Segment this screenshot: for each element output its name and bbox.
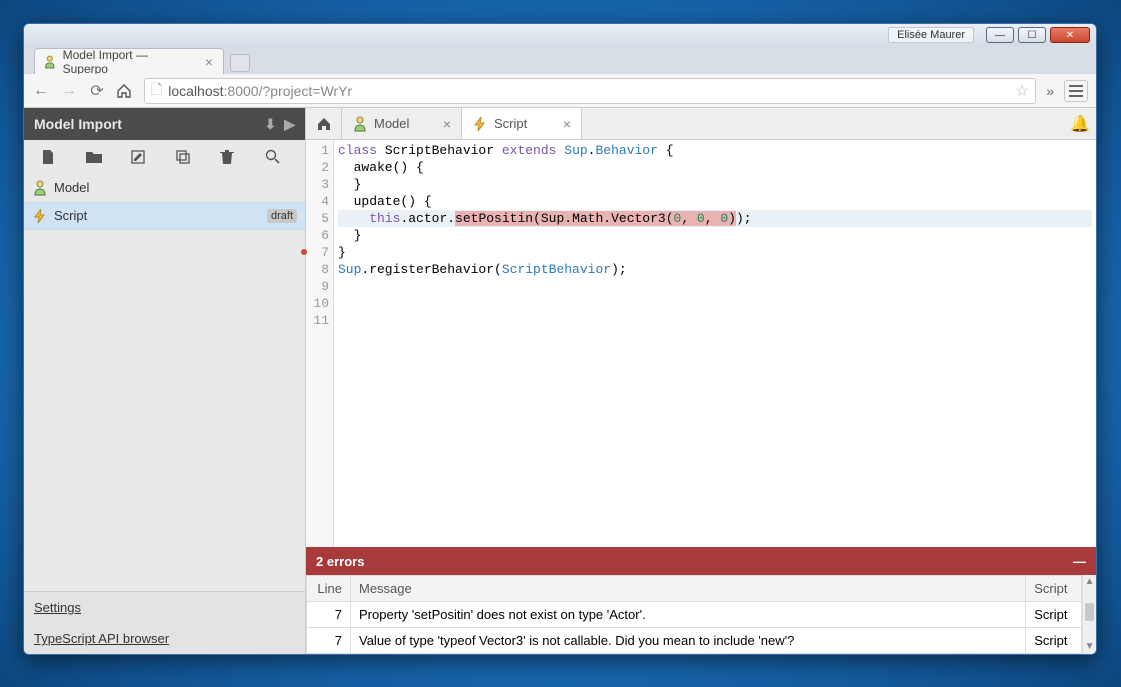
error-line: 7 xyxy=(307,602,351,628)
duplicate-icon[interactable] xyxy=(175,149,199,165)
editor-tab-label: Script xyxy=(494,116,527,131)
error-row[interactable]: 7Property 'setPositin' does not exist on… xyxy=(307,602,1082,628)
sidebar-toolbar xyxy=(24,140,305,174)
errors-count: 2 errors xyxy=(316,554,364,569)
error-message: Value of type 'typeof Vector3' is not ca… xyxy=(351,628,1026,654)
browser-window: Elisée Maurer — ☐ ✕ Model Import — Super… xyxy=(23,23,1097,655)
editor-tab-close-icon[interactable]: × xyxy=(443,116,451,132)
browser-tab[interactable]: Model Import — Superpo × xyxy=(34,48,224,74)
notifications-icon[interactable]: 🔔 xyxy=(1064,108,1096,139)
project-title: Model Import xyxy=(34,116,122,132)
search-icon[interactable] xyxy=(265,149,289,165)
draft-badge: draft xyxy=(267,209,297,223)
errors-table: Line Message Script 7Property 'setPositi… xyxy=(306,575,1082,654)
errors-scrollbar[interactable]: ▲ ▼ xyxy=(1082,575,1096,654)
browser-toolbar: ← → ⟳ 🗋 localhost:8000/?project=WrYr ☆ » xyxy=(24,74,1096,108)
menu-button[interactable] xyxy=(1064,80,1088,102)
error-line: 7 xyxy=(307,628,351,654)
line-gutter: 1234567891011 xyxy=(306,140,334,547)
asset-item-model[interactable]: Model xyxy=(24,174,305,202)
url-text: localhost:8000/?project=WrYr xyxy=(168,83,352,99)
page-icon: 🗋 xyxy=(151,79,162,103)
asset-list: Model Script draft xyxy=(24,174,305,591)
maximize-button[interactable]: ☐ xyxy=(1018,27,1046,43)
overflow-icon[interactable]: » xyxy=(1046,83,1054,99)
code-body[interactable]: class ScriptBehavior extends Sup.Behavio… xyxy=(334,140,1096,547)
new-file-icon[interactable] xyxy=(40,149,64,165)
nav-home-icon[interactable] xyxy=(116,83,134,99)
minimize-button[interactable]: — xyxy=(986,27,1014,43)
sidebar-header: Model Import ⬇ ▶ xyxy=(24,108,305,140)
new-tab-button[interactable] xyxy=(230,54,250,72)
error-message: Property 'setPositin' does not exist on … xyxy=(351,602,1026,628)
tab-title: Model Import — Superpo xyxy=(63,48,193,76)
scrollbar-thumb[interactable] xyxy=(1085,603,1094,621)
col-script: Script xyxy=(1026,576,1082,602)
os-titlebar: Elisée Maurer — ☐ ✕ xyxy=(24,24,1096,46)
url-input[interactable]: 🗋 localhost:8000/?project=WrYr ☆ xyxy=(144,78,1036,104)
editor-tab-model[interactable]: Model × xyxy=(342,108,462,139)
error-row[interactable]: 7Value of type 'typeof Vector3' is not c… xyxy=(307,628,1082,654)
error-script: Script xyxy=(1026,628,1082,654)
bookmark-star-icon[interactable]: ☆ xyxy=(1015,81,1029,101)
nav-back-icon[interactable]: ← xyxy=(32,82,50,100)
scrollbar-up-icon[interactable]: ▲ xyxy=(1083,575,1096,589)
app-favicon-icon xyxy=(43,55,57,69)
nav-reload-icon[interactable]: ⟳ xyxy=(88,81,106,101)
sidebar-footer: Settings TypeScript API browser xyxy=(24,591,305,654)
sidebar: Model Import ⬇ ▶ Model Script draft Settin… xyxy=(24,108,306,654)
close-button[interactable]: ✕ xyxy=(1050,27,1090,43)
editor-tab-close-icon[interactable]: × xyxy=(563,116,571,132)
new-folder-icon[interactable] xyxy=(85,150,109,164)
error-marker-icon xyxy=(301,249,307,255)
errors-header[interactable]: 2 errors — xyxy=(306,547,1096,575)
editor-home-button[interactable] xyxy=(306,108,342,139)
tab-close-icon[interactable]: × xyxy=(205,54,213,70)
main-panel: Model × Script × 🔔 1234567891011 class Scri… xyxy=(306,108,1096,654)
play-icon[interactable]: ▶ xyxy=(284,116,295,133)
user-badge: Elisée Maurer xyxy=(888,27,974,43)
nav-forward-icon[interactable]: → xyxy=(60,82,78,100)
browser-tab-strip: Model Import — Superpo × xyxy=(24,46,1096,74)
scrollbar-down-icon[interactable]: ▼ xyxy=(1083,640,1096,654)
errors-collapse-icon[interactable]: — xyxy=(1073,554,1086,569)
trash-icon[interactable] xyxy=(220,149,244,165)
editor-tab-script[interactable]: Script × xyxy=(462,108,582,139)
download-icon[interactable]: ⬇ xyxy=(264,116,276,133)
edit-icon[interactable] xyxy=(130,149,154,165)
asset-item-label: Model xyxy=(54,180,89,195)
api-browser-link[interactable]: TypeScript API browser xyxy=(24,623,305,654)
asset-item-label: Script xyxy=(54,208,87,223)
code-editor[interactable]: 1234567891011 class ScriptBehavior exten… xyxy=(306,140,1096,547)
asset-item-script[interactable]: Script draft xyxy=(24,202,305,230)
col-message: Message xyxy=(351,576,1026,602)
editor-tabs: Model × Script × 🔔 xyxy=(306,108,1096,140)
col-line: Line xyxy=(307,576,351,602)
app-area: Model Import ⬇ ▶ Model Script draft Settin… xyxy=(24,108,1096,654)
editor-tab-label: Model xyxy=(374,116,409,131)
settings-link[interactable]: Settings xyxy=(24,592,305,623)
error-script: Script xyxy=(1026,602,1082,628)
